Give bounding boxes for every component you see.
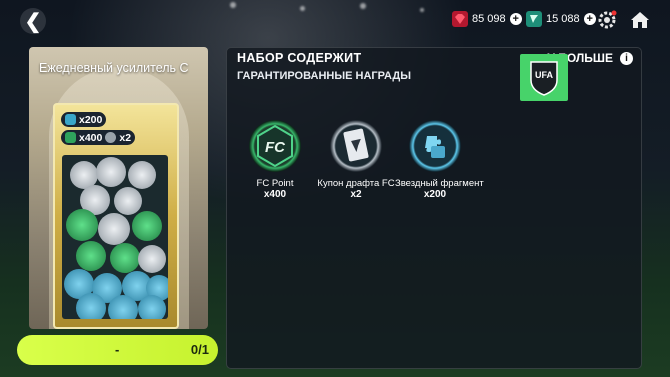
- pack-contents: [62, 155, 168, 319]
- reward-item[interactable]: Купон драфта FC x2: [316, 120, 396, 200]
- svg-text:UFA: UFA: [535, 70, 554, 80]
- svg-text:FC: FC: [265, 139, 286, 156]
- fc-point-icon: [65, 132, 76, 143]
- reward-quantity: x400: [263, 189, 287, 200]
- add-tokens-button[interactable]: +: [583, 13, 596, 25]
- panel-subtitle: ГАРАНТИРОВАННЫЕ НАГРАДЫ: [237, 70, 411, 82]
- open-pack-label: -: [115, 342, 120, 357]
- ufa-badge: UFA: [520, 54, 568, 101]
- draft-coupon-icon: [330, 120, 382, 172]
- reward-name: Купон драфта FC: [317, 178, 395, 189]
- pack-count: 0/1: [190, 342, 209, 357]
- add-gems-button[interactable]: +: [509, 13, 522, 25]
- panel-title: НАБОР СОДЕРЖИТ: [237, 51, 362, 65]
- tokens-amount: 15 088: [546, 13, 580, 25]
- tokens-currency: 15 088 +: [526, 11, 596, 27]
- pack-image: x200 x400 x2: [53, 103, 179, 329]
- reward-name: FC Point: [256, 178, 294, 189]
- gems-amount: 85 098: [472, 13, 506, 25]
- fc-token-icon: [526, 11, 542, 27]
- back-button[interactable]: ❮: [20, 8, 46, 34]
- pack-contents-panel: НАБОР СОДЕРЖИТ ГАРАНТИРОВАННЫЕ НАГРАДЫ У…: [226, 47, 642, 369]
- home-icon[interactable]: [628, 8, 652, 32]
- draft-coupon-icon: [105, 132, 117, 143]
- gems-currency: 85 098 +: [452, 11, 522, 27]
- reward-name: Звездный фрагмент: [395, 178, 484, 189]
- reward-item[interactable]: FC FC Point x400: [235, 120, 315, 200]
- pack-title: Ежедневный усилитель С: [39, 61, 189, 75]
- reward-item[interactable]: Звездный фрагмент x200: [395, 120, 484, 200]
- top-bar: ❮ 85 098 + 15 088 +: [0, 0, 670, 38]
- settings-icon[interactable]: [595, 8, 619, 32]
- open-pack-button[interactable]: - 0/1: [17, 335, 218, 365]
- pack-line-1: x200: [61, 112, 107, 127]
- star-fragment-icon: [409, 120, 461, 172]
- star-fragment-icon: [65, 114, 76, 125]
- reward-quantity: x200: [423, 189, 447, 200]
- ufa-crest-icon: UFA: [530, 60, 558, 96]
- fc-point-icon: FC: [249, 120, 301, 172]
- gem-icon: [452, 11, 468, 27]
- pack-line-2: x400 x2: [61, 130, 136, 145]
- reward-quantity: x2: [350, 189, 362, 200]
- chevron-left-icon: ❮: [24, 10, 42, 33]
- info-icon[interactable]: i: [620, 52, 633, 65]
